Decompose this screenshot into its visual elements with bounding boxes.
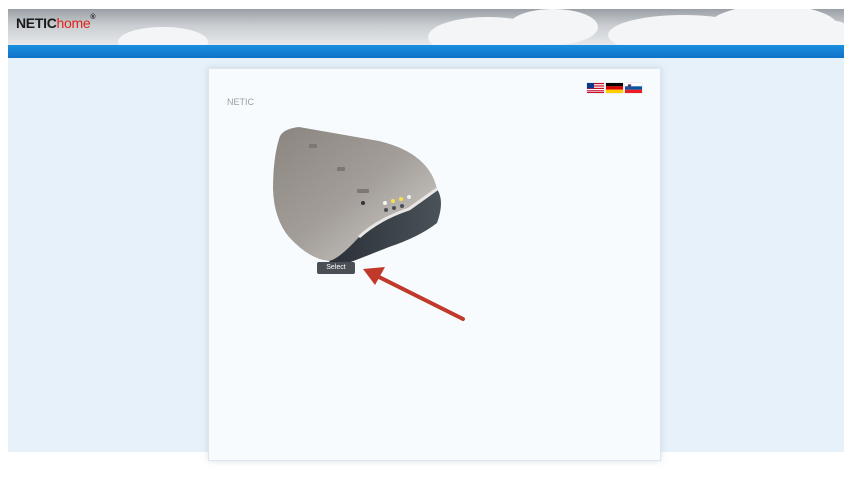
- navigation-bar: [8, 45, 844, 58]
- main-area: NETIC Select: [8, 58, 844, 461]
- pointer-arrow-icon: [363, 267, 465, 321]
- netic-device-image[interactable]: [259, 119, 459, 269]
- cloud-shape: [118, 27, 208, 45]
- logo-text-netic: NETIC: [16, 15, 57, 31]
- language-selector: [587, 83, 642, 93]
- german-flag-icon[interactable]: [606, 83, 623, 93]
- panel-title: NETIC: [227, 97, 254, 107]
- logo-text-home: home: [56, 15, 91, 31]
- english-flag-icon[interactable]: [587, 83, 604, 93]
- select-button[interactable]: Select: [317, 262, 355, 274]
- slovenian-flag-icon[interactable]: [625, 83, 642, 93]
- header-banner: NETIChome®: [8, 9, 844, 45]
- netichome-logo[interactable]: NETIChome®: [16, 14, 96, 35]
- device-selection-panel: NETIC Select: [208, 68, 661, 461]
- logo-registered-mark: ®: [90, 14, 96, 21]
- cloud-shape: [508, 9, 598, 45]
